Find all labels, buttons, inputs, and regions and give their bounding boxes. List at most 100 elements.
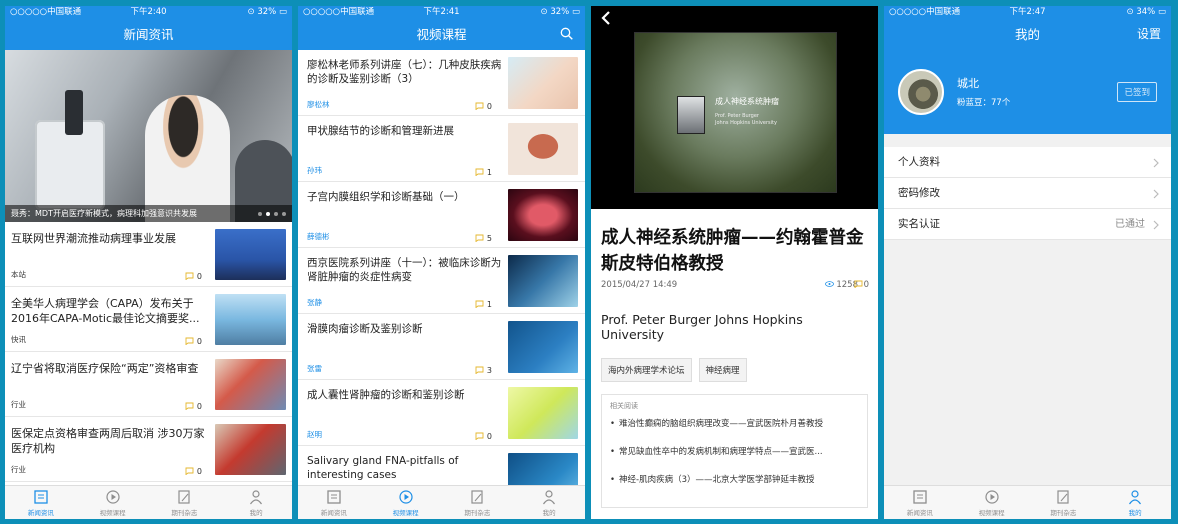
article-body: Prof. Peter Burger Johns Hopkins Univers… [601,312,803,342]
chevron-right-icon [1153,220,1159,230]
list-item[interactable]: 滑膜肉瘤诊断及鉴别诊断 张雷 3 [298,314,585,380]
list-item[interactable]: 辽宁省将取消医疗保险“两定”资格审查 行业 0 [5,352,292,417]
tab-video[interactable]: 视频课程 [956,486,1028,519]
user-points: 粉蓝豆：77个 [957,98,1011,108]
related-reading: 相关阅读 难治性癫痫的脑组织病理改变——宣武医院朴月善教授 常见缺血性卒中的发病… [601,394,868,508]
news-icon [327,490,341,504]
carousel-dots[interactable] [258,212,286,216]
status-bar: ○○○○○中国联通 下午2:41 ⊙ 32% ▭ [298,6,585,19]
hero-banner[interactable]: 聂秀：MDT开启医疗新模式，病理科加强意识共发展 [5,50,292,222]
tab-me[interactable]: 我的 [513,486,585,519]
tab-bar: 新闻资讯 视频课程 期刊杂志 我的 [298,485,585,519]
tab-journal[interactable]: 期刊杂志 [1028,486,1100,519]
nav-bar: 新闻资讯 [5,19,292,50]
page-title: 我的 [1014,27,1040,42]
news-screen: ○○○○○中国联通 下午2:40 ⊙ 32% ▭ 新闻资讯 聂秀：MDT开启医疗… [5,6,292,519]
list-item[interactable]: 甲状腺结节的诊断和管理新进展 孙玮 1 [298,116,585,182]
play-icon [106,490,120,504]
tab-news[interactable]: 新闻资讯 [5,486,77,519]
video-title: 甲状腺结节的诊断和管理新进展 [307,125,454,137]
video-author: 孙玮 [307,166,322,175]
journal-icon [471,490,483,504]
tab-news[interactable]: 新闻资讯 [298,486,370,519]
video-author: 赵明 [307,430,322,439]
related-link[interactable]: 常见缺血性卒中的发病机制和病理学特点——宣武医... [610,445,859,459]
menu-item-label: 实名认证 [898,218,940,230]
carousel-dot[interactable] [258,212,262,216]
person-icon [250,490,263,505]
menu-item-verify[interactable]: 实名认证 已通过 [884,209,1171,240]
menu-item-label: 密码修改 [898,187,940,199]
settings-button[interactable]: 设置 [1137,19,1161,50]
tag-chip[interactable]: 神经病理 [698,358,747,382]
battery-label: ⊙ 32% ▭ [247,7,287,17]
page-title: 新闻资讯 [123,27,174,42]
news-source: 快讯 [11,335,26,344]
back-icon[interactable] [599,10,613,26]
microscope-eyepiece-image [65,90,83,135]
news-title: 医保定点资格审查两周后取消 涉30万家医疗机构 [11,427,205,455]
battery-label: ⊙ 32% ▭ [540,7,580,17]
comment-icon [185,402,194,410]
tab-video[interactable]: 视频课程 [77,486,149,519]
comment-icon [475,168,484,176]
video-thumbnail [508,189,578,241]
list-item[interactable]: 成人囊性肾肿瘤的诊断和鉴别诊断 赵明 0 [298,380,585,446]
checkin-button[interactable]: 已签到 [1117,82,1157,102]
video-screen: ○○○○○中国联通 下午2:41 ⊙ 32% ▭ 视频课程 廖松林老师系列讲座（… [298,6,585,519]
tab-journal[interactable]: 期刊杂志 [149,486,221,519]
tab-me[interactable]: 我的 [1099,486,1171,519]
list-item[interactable]: 全美华人病理学会（CAPA）发布关于2016年CAPA-Motic最佳论文摘要奖… [5,287,292,352]
menu-item-profile[interactable]: 个人资料 [884,147,1171,178]
nav-bar: 我的 设置 [884,19,1171,50]
news-icon [34,490,48,504]
video-thumbnail [508,57,578,109]
chevron-right-icon [1153,189,1159,199]
speaker-photo [677,96,705,134]
news-thumbnail [215,229,286,280]
tab-me[interactable]: 我的 [220,486,292,519]
comment-count: 0 [854,280,869,290]
avatar[interactable] [898,69,944,115]
video-thumbnail [508,387,578,439]
comment-icon [185,337,194,345]
article-date: 2015/04/27 14:49 [601,280,678,290]
carousel-dot[interactable] [274,212,278,216]
list-item[interactable]: 西京医院系列讲座（十一）：被临床诊断为肾脏肿瘤的炎症性病变 张静 1 [298,248,585,314]
tab-journal[interactable]: 期刊杂志 [442,486,514,519]
list-item[interactable]: 廖松林老师系列讲座（七）：几种皮肤疾病的诊断及鉴别诊断（3） 廖松林 0 [298,50,585,116]
list-item[interactable]: 子宫内膜组织学和诊断基础（一） 薛德彬 5 [298,182,585,248]
carousel-dot[interactable] [282,212,286,216]
video-author: 廖松林 [307,100,330,109]
search-icon[interactable] [560,27,573,40]
news-icon [913,490,927,504]
settings-menu: 个人资料 密码修改 实名认证 已通过 [884,147,1171,240]
comment-count: 0 [185,467,202,476]
related-link[interactable]: 神经-肌肉疾病（3）——北京大学医学部钟延丰教授 [610,473,859,487]
video-player[interactable]: 成人神经系统肿瘤 Prof. Peter Burger Johns Hopkins… [591,6,878,209]
tab-news[interactable]: 新闻资讯 [884,486,956,519]
carousel-dot-active[interactable] [266,212,270,216]
news-source: 行业 [11,400,26,409]
comment-count: 0 [185,402,202,411]
comment-icon [854,280,863,288]
news-source: 行业 [11,465,26,474]
related-link[interactable]: 难治性癫痫的脑组织病理改变——宣武医院朴月善教授 [610,417,859,431]
journal-icon [1057,490,1069,504]
tab-video[interactable]: 视频课程 [370,486,442,519]
menu-item-value: 已通过 [1115,219,1145,230]
article-meta: 2015/04/27 14:49 1258 0 [591,277,878,293]
list-item[interactable]: 医保定点资格审查两周后取消 涉30万家医疗机构行业 0 [5,417,292,482]
comment-count: 3 [475,366,492,375]
comment-count: 0 [185,272,202,281]
video-thumbnail [508,123,578,175]
menu-item-password[interactable]: 密码修改 [884,178,1171,209]
list-item[interactable]: 互联网世界潮流推动病理事业发展 本站 0 [5,222,292,287]
profile-header: 城北 粉蓝豆：77个 已签到 [884,50,1171,134]
slide-subtitle: Prof. Peter Burger Johns Hopkins Universi… [715,113,777,126]
video-thumbnail [508,321,578,373]
tab-bar: 新闻资讯 视频课程 期刊杂志 我的 [5,485,292,519]
tag-chip[interactable]: 海内外病理学术论坛 [601,358,692,382]
comment-icon [475,102,484,110]
hero-caption: 聂秀：MDT开启医疗新模式，病理科加强意识共发展 [5,205,292,222]
